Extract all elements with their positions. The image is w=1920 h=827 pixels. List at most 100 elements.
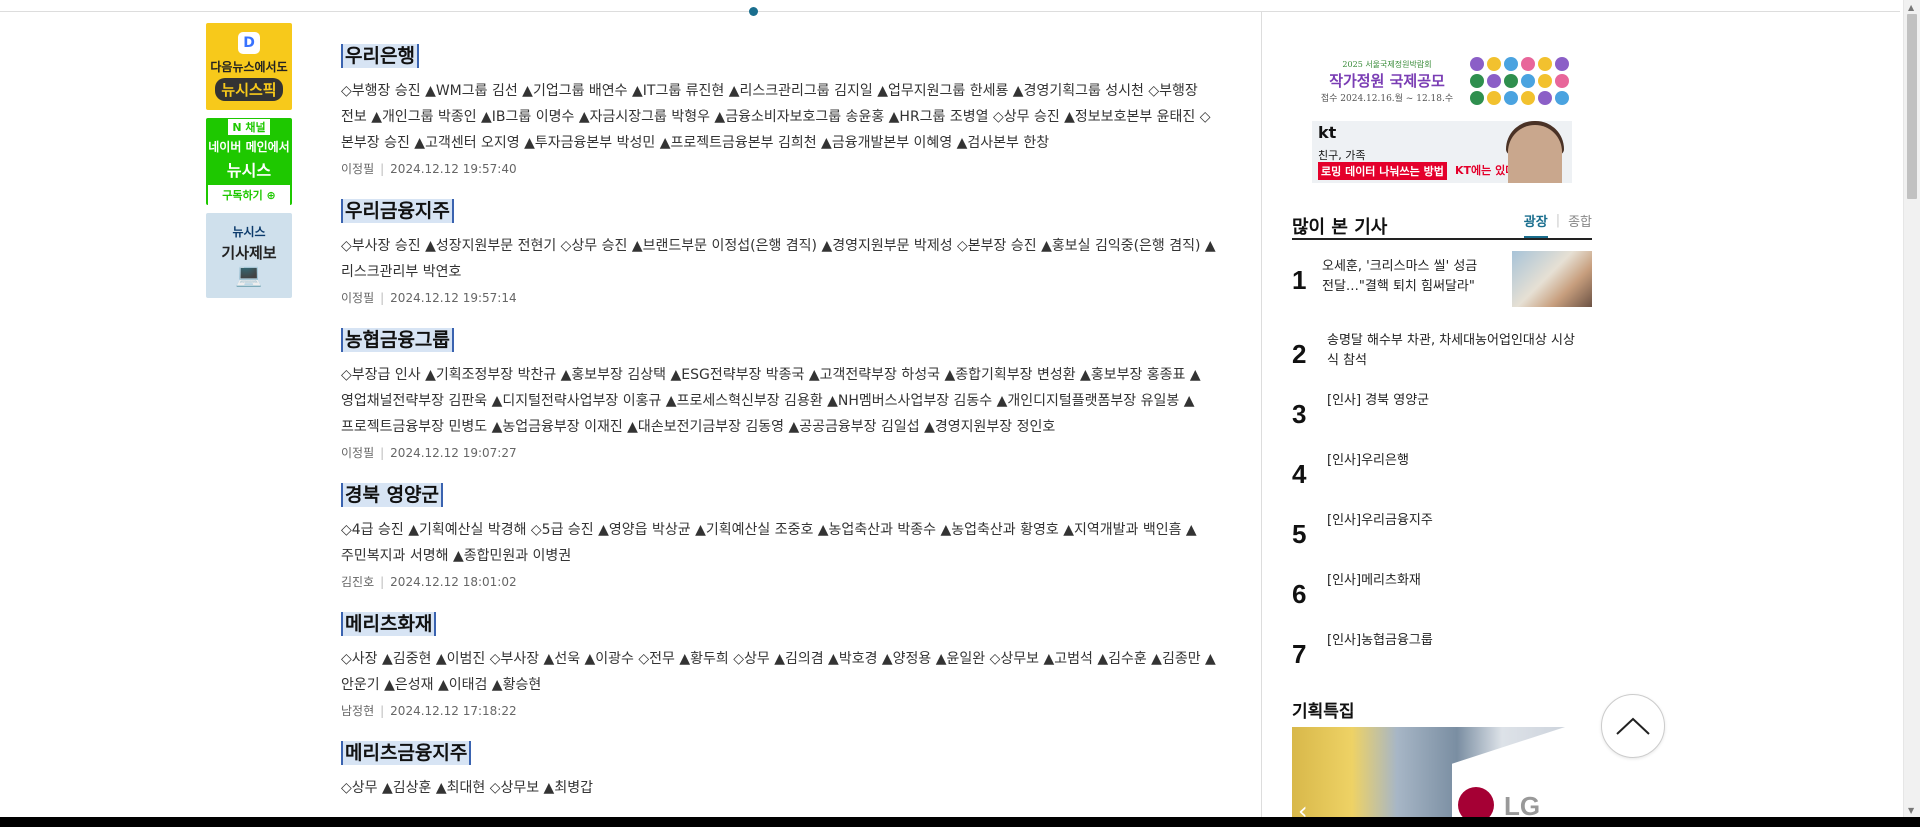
tab-separator: | (1555, 213, 1561, 228)
article-item: 메리츠화재 ◇사장 ▲김중현 ▲이범진 ◇부사장 ▲선욱 ▲이광수 ◇전무 ▲황… (341, 612, 1221, 719)
article-datetime: 2024.12.12 18:01:02 (390, 575, 517, 589)
meta-separator: | (380, 162, 385, 176)
kt-ad-line3: KT에는 있다 (1455, 164, 1516, 177)
popular-rank: 6 (1292, 579, 1307, 609)
meta-separator: | (380, 446, 385, 460)
article-item: 메리츠금융지주 ◇상무 ▲김상훈 ▲최대현 ◇상무보 ▲최병갑 (341, 741, 1221, 801)
article-title[interactable]: 우리은행 (341, 44, 419, 68)
article-summary[interactable]: ◇4급 승진 ▲기획예산실 박경해 ◇5급 승진 ▲영양읍 박상균 ▲기획예산실… (341, 517, 1221, 569)
scroll-to-top-button[interactable] (1601, 694, 1665, 758)
article-title[interactable]: 경북 영양군 (341, 483, 444, 507)
meta-separator: | (380, 575, 385, 589)
kt-roaming-ad[interactable]: kt 친구, 가족 로밍 데이터 나눠쓰는 방법 KT에는 있다 (1312, 121, 1572, 183)
article-datetime: 2024.12.12 19:57:40 (390, 162, 517, 176)
popular-tabs: 광장 | 종합 (1523, 211, 1592, 238)
kt-logo: kt (1318, 123, 1337, 142)
article-title[interactable]: 우리금융지주 (341, 199, 454, 223)
popular-rank: 3 (1292, 399, 1307, 429)
contest-ad-event: 2025 서울국제정원박람회 (1342, 59, 1432, 69)
naver-banner-line2: 뉴시스 (226, 160, 272, 180)
article-title[interactable]: 메리츠금융지주 (341, 741, 472, 765)
article-item: 우리금융지주 ◇부사장 승진 ▲성장지원부문 전현기 ◇상무 승진 ▲브랜드부문… (341, 199, 1221, 306)
meta-separator: | (380, 291, 385, 305)
article-item: 농협금융그룹 ◇부장급 인사 ▲기획조정부장 박찬규 ▲홍보부장 김상택 ▲ES… (341, 328, 1221, 461)
tab-overall[interactable]: 종합 (1568, 211, 1592, 238)
popular-rank: 7 (1292, 639, 1307, 669)
popular-item[interactable]: 2 송명달 해수부 차관, 차세대농어업인대상 시상식 참석 (1292, 325, 1592, 381)
article-summary[interactable]: ◇사장 ▲김중현 ▲이범진 ◇부사장 ▲선욱 ▲이광수 ◇전무 ▲황두희 ◇상무… (341, 646, 1221, 698)
article-list: 우리은행 ◇부행장 승진 ▲WM그룹 김선 ▲기업그룹 배연수 ▲IT그룹 류진… (341, 44, 1221, 823)
daum-news-banner[interactable]: D 다음뉴스에서도 뉴시스픽 (206, 23, 292, 110)
popular-thumbnail[interactable] (1512, 251, 1592, 307)
popular-header: 많이 본 기사 광장 | 종합 (1292, 209, 1592, 240)
scrollbar-thumb[interactable] (1907, 14, 1917, 199)
popular-item[interactable]: 5 [인사]우리금융지주 (1292, 505, 1592, 561)
scroll-up-arrow-icon[interactable]: ▲ (1908, 3, 1914, 12)
garden-contest-ad[interactable]: 2025 서울국제정원박람회 작가정원 국제공모 접수 2024.12.16.월… (1312, 55, 1572, 107)
popular-item-title[interactable]: [인사]메리츠화재 (1327, 571, 1582, 591)
popular-item[interactable]: 7 [인사]농협금융그룹 (1292, 625, 1592, 681)
article-summary[interactable]: ◇상무 ▲김상훈 ▲최대현 ◇상무보 ▲최병갑 (341, 775, 1221, 801)
article-author: 김진호 (341, 575, 375, 589)
popular-item[interactable]: 6 [인사]메리츠화재 (1292, 565, 1592, 621)
contest-ad-date: 접수 2024.12.16.월 ~ 12.18.수 (1320, 93, 1454, 104)
daum-banner-line1: 다음뉴스에서도 (210, 60, 288, 74)
popular-rank: 5 (1292, 519, 1307, 549)
popular-rank: 1 (1292, 265, 1307, 295)
kt-ad-line2: 로밍 데이터 나눠쓰는 방법 (1318, 162, 1447, 180)
daum-logo-icon: D (238, 32, 260, 54)
article-title[interactable]: 메리츠화재 (341, 612, 437, 636)
article-item: 경북 영양군 ◇4급 승진 ▲기획예산실 박경해 ◇5급 승진 ▲영양읍 박상균… (341, 483, 1221, 590)
article-summary[interactable]: ◇부행장 승진 ▲WM그룹 김선 ▲기업그룹 배연수 ▲IT그룹 류진현 ▲리스… (341, 78, 1221, 156)
page-scrollbar[interactable]: ▲ ▼ (1903, 0, 1920, 817)
left-banner-column: D 다음뉴스에서도 뉴시스픽 N 채널 네이버 메인에서 뉴시스 구독하기 ⊕ … (206, 23, 292, 306)
tip-banner-line1: 뉴시스 (232, 225, 266, 239)
popular-rank: 4 (1292, 459, 1307, 489)
popular-item[interactable]: 1 오세훈, '크리스마스 씰' 성금 전달…"결핵 퇴치 힘써달라" (1292, 251, 1592, 307)
chevron-up-icon (1616, 717, 1650, 735)
popular-item-title[interactable]: [인사]우리금융지주 (1327, 511, 1582, 531)
popular-rank: 2 (1292, 339, 1307, 369)
popular-title: 많이 본 기사 (1292, 217, 1388, 238)
article-title[interactable]: 농협금융그룹 (341, 328, 454, 352)
flower-pattern-icon (1470, 57, 1569, 105)
meta-separator: | (380, 704, 385, 718)
special-feature-image[interactable]: LG ‹ › (1292, 727, 1592, 827)
article-meta: 남정현 | 2024.12.12 17:18:22 (341, 702, 1221, 719)
popular-item[interactable]: 4 [인사]우리은행 (1292, 445, 1592, 501)
tip-banner-line2: 기사제보 (221, 244, 277, 262)
naver-banner-line1: 네이버 메인에서 (208, 139, 290, 154)
daum-banner-line2: 뉴시스픽 (215, 78, 283, 101)
article-summary[interactable]: ◇부장급 인사 ▲기획조정부장 박찬규 ▲홍보부장 김상택 ▲ESG전략부장 박… (341, 362, 1221, 440)
news-tip-banner[interactable]: 뉴시스 기사제보 💻 (206, 213, 292, 298)
article-datetime: 2024.12.12 17:18:22 (390, 704, 517, 718)
popular-item[interactable]: 3 [인사] 경북 영양군 (1292, 385, 1592, 441)
popular-item-title[interactable]: 오세훈, '크리스마스 씰' 성금 전달…"결핵 퇴치 힘써달라" (1322, 257, 1492, 297)
article-author: 이정필 (341, 162, 375, 176)
article-author: 이정필 (341, 446, 375, 460)
top-divider (0, 11, 1900, 12)
computer-icon: 💻 (235, 263, 263, 288)
contest-ad-title: 작가정원 국제공모 (1329, 71, 1445, 90)
naver-channel-badge: N 채널 (228, 118, 270, 135)
subscribe-button[interactable]: 구독하기 ⊕ (208, 184, 290, 205)
article-meta: 이정필 | 2024.12.12 19:57:40 (341, 160, 1221, 177)
article-item: 우리은행 ◇부행장 승진 ▲WM그룹 김선 ▲기업그룹 배연수 ▲IT그룹 류진… (341, 44, 1221, 177)
tab-gwangjang[interactable]: 광장 (1523, 211, 1548, 238)
article-datetime: 2024.12.12 19:57:14 (390, 291, 517, 305)
article-author: 남정현 (341, 704, 375, 718)
contest-ad-text: 2025 서울국제정원박람회 작가정원 국제공모 접수 2024.12.16.월… (1312, 59, 1462, 104)
popular-item-title[interactable]: 송명달 해수부 차관, 차세대농어업인대상 시상식 참석 (1327, 331, 1582, 371)
popular-item-title[interactable]: [인사]농협금융그룹 (1327, 631, 1582, 651)
naver-channel-banner[interactable]: N 채널 네이버 메인에서 뉴시스 구독하기 ⊕ (206, 118, 292, 205)
article-summary[interactable]: ◇부사장 승진 ▲성장지원부문 전현기 ◇상무 승진 ▲브랜드부문 이정섭(은행… (341, 233, 1221, 285)
article-meta: 김진호 | 2024.12.12 18:01:02 (341, 573, 1221, 590)
scroll-down-arrow-icon[interactable]: ▼ (1908, 806, 1914, 815)
special-feature-title: 기획특집 (1292, 702, 1355, 722)
article-datetime: 2024.12.12 19:07:27 (390, 446, 517, 460)
column-divider (1261, 12, 1262, 827)
model-face (1508, 125, 1562, 183)
popular-item-title[interactable]: [인사] 경북 영양군 (1327, 391, 1582, 411)
progress-dot-icon (749, 7, 758, 16)
popular-item-title[interactable]: [인사]우리은행 (1327, 451, 1582, 471)
